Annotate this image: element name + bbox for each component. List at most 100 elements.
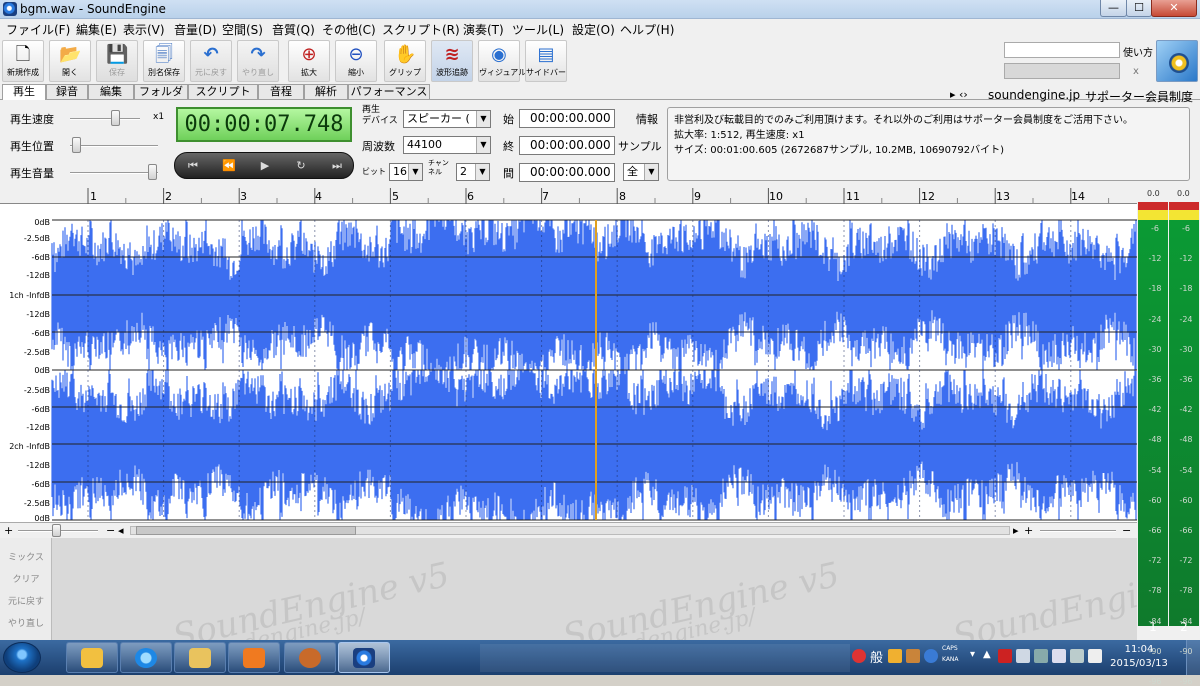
- task-app[interactable]: [284, 642, 336, 673]
- menu-settings[interactable]: 設定(O): [572, 21, 615, 38]
- range-select[interactable]: 全 ▼: [623, 163, 659, 181]
- waveform-canvas[interactable]: [0, 204, 1137, 522]
- close-button[interactable]: ✕: [1151, 0, 1197, 17]
- tab-folder[interactable]: フォルダ: [134, 84, 188, 99]
- volume-slider-thumb[interactable]: [148, 164, 157, 180]
- site-link[interactable]: soundengine.jp: [988, 88, 1080, 102]
- zoom-minus[interactable]: −: [106, 524, 115, 537]
- clear-button[interactable]: クリア: [2, 572, 50, 585]
- play-button[interactable]: ▶: [253, 158, 277, 174]
- tab-performance[interactable]: パフォーマンス: [348, 84, 430, 99]
- waveform-track-button[interactable]: ≋ 波形追跡: [431, 40, 473, 82]
- db-label: 2ch -InfdB: [9, 442, 50, 451]
- redo-button[interactable]: ↷ やり直し: [237, 40, 279, 82]
- battery-icon[interactable]: [1034, 649, 1048, 663]
- show-hidden-icons[interactable]: ▲: [983, 649, 991, 660]
- network-icon[interactable]: [1052, 649, 1066, 663]
- save-button[interactable]: 💾 保存: [96, 40, 138, 82]
- ime-tool-icon[interactable]: [888, 649, 902, 663]
- redo-mix-button[interactable]: やり直し: [2, 616, 50, 629]
- mix-button[interactable]: ミックス: [2, 550, 50, 563]
- menu-view[interactable]: 表示(V): [123, 21, 165, 38]
- menu-space[interactable]: 空間(S): [222, 21, 263, 38]
- speed-slider-thumb[interactable]: [111, 110, 120, 126]
- minimize-button[interactable]: —: [1100, 0, 1127, 17]
- zoom-slider-thumb[interactable]: [52, 524, 61, 537]
- position-slider-thumb[interactable]: [72, 137, 81, 153]
- zoom-in-button[interactable]: ⊕ 拡大: [288, 40, 330, 82]
- speed-slider[interactable]: [70, 118, 140, 120]
- tab-edit[interactable]: 編集: [88, 84, 134, 99]
- loop-button[interactable]: ↻: [289, 158, 313, 174]
- end-time-field[interactable]: 00:00:00.000: [519, 136, 615, 155]
- maximize-button[interactable]: ☐: [1126, 0, 1152, 17]
- menu-script[interactable]: スクリプト(R): [382, 21, 460, 38]
- scroll-right-button[interactable]: ▸: [1013, 524, 1019, 537]
- volume-icon[interactable]: [1088, 649, 1102, 663]
- show-desktop-button[interactable]: [1186, 640, 1200, 675]
- vzoom-plus[interactable]: +: [1024, 524, 1033, 537]
- visual-button[interactable]: ◉ ヴィジュアル: [478, 40, 526, 82]
- start-button[interactable]: [3, 642, 41, 673]
- menu-help[interactable]: ヘルプ(H): [620, 21, 674, 38]
- nav-arrows[interactable]: ▸ ‹›: [950, 88, 968, 101]
- scroll-thumb[interactable]: [136, 526, 356, 535]
- rewind-button[interactable]: ⏪: [217, 158, 241, 174]
- task-media[interactable]: [228, 642, 280, 673]
- undo-mix-button[interactable]: 元に戻す: [2, 594, 50, 607]
- zoom-out-button[interactable]: ⊖ 縮小: [335, 40, 377, 82]
- ime-pad-icon[interactable]: [906, 649, 920, 663]
- app-logo[interactable]: [1156, 40, 1198, 82]
- ime-indicator[interactable]: 般: [870, 647, 883, 666]
- undo-button[interactable]: ↶ 元に戻す: [190, 40, 232, 82]
- new-button[interactable]: 🗋 新規作成: [2, 40, 44, 82]
- usage-close[interactable]: x: [1133, 66, 1139, 77]
- zoom-plus[interactable]: +: [4, 524, 13, 537]
- device-icon[interactable]: [1070, 649, 1084, 663]
- security-icon[interactable]: [852, 649, 866, 663]
- bit-select[interactable]: 16 ▼: [389, 163, 423, 181]
- menu-tools[interactable]: ツール(L): [512, 21, 564, 38]
- task-soundengine[interactable]: [338, 642, 390, 673]
- menu-quality[interactable]: 音質(Q): [272, 21, 315, 38]
- task-ie[interactable]: [120, 642, 172, 673]
- menu-file[interactable]: ファイル(F): [6, 21, 70, 38]
- time-ruler[interactable]: 1 2 3 4 5 6 7 8 9 10 11 12 13 14: [0, 188, 1137, 204]
- signal-icon[interactable]: [1016, 649, 1030, 663]
- position-slider[interactable]: [70, 145, 158, 147]
- vzoom-slider[interactable]: [1040, 530, 1116, 532]
- help-icon[interactable]: [924, 649, 938, 663]
- tab-pitch[interactable]: 音程: [258, 84, 304, 99]
- channel-select[interactable]: 2 ▼: [456, 163, 490, 181]
- sidebar-button[interactable]: ▤ サイドバー: [525, 40, 567, 82]
- grip-button[interactable]: ✋ グリップ: [384, 40, 426, 82]
- skip-end-button[interactable]: ⏭: [325, 158, 349, 174]
- length-time-field[interactable]: 00:00:00.000: [519, 163, 615, 182]
- supporter-link[interactable]: サポーター会員制度: [1085, 88, 1193, 105]
- start-time-field[interactable]: 00:00:00.000: [519, 109, 615, 128]
- tab-script[interactable]: スクリプト: [188, 84, 258, 99]
- menu-play[interactable]: 演奏(T): [463, 21, 504, 38]
- tab-analysis[interactable]: 解析: [304, 84, 348, 99]
- horizontal-scrollbar[interactable]: + − ◂ ▸ + −: [0, 522, 1137, 538]
- menu-volume[interactable]: 音量(D): [174, 21, 217, 38]
- menu-edit[interactable]: 編集(E): [76, 21, 117, 38]
- device-select[interactable]: スピーカー (▼: [403, 110, 491, 128]
- chevron-down-icon[interactable]: ▾: [970, 649, 975, 660]
- menu-other[interactable]: その他(C): [322, 21, 376, 38]
- tab-record[interactable]: 録音: [46, 84, 88, 99]
- usage-search-field[interactable]: [1004, 42, 1120, 58]
- vzoom-minus[interactable]: −: [1122, 524, 1131, 537]
- freq-select[interactable]: 44100 ▼: [403, 136, 491, 154]
- scroll-left-button[interactable]: ◂: [118, 524, 124, 537]
- task-explorer[interactable]: [174, 642, 226, 673]
- redo-label: やり直し: [242, 68, 274, 77]
- skip-start-button[interactable]: ⏮: [181, 158, 205, 174]
- task-outlook[interactable]: [66, 642, 118, 673]
- waveform-view[interactable]: 0dB -2.5dB -6dB -12dB 1ch -InfdB -12dB -…: [0, 204, 1137, 523]
- save-as-button[interactable]: 🗐 別名保存: [143, 40, 185, 82]
- flag-icon[interactable]: [998, 649, 1012, 663]
- volume-slider[interactable]: [70, 172, 158, 174]
- tab-play[interactable]: 再生: [2, 84, 46, 100]
- open-button[interactable]: 📂 開く: [49, 40, 91, 82]
